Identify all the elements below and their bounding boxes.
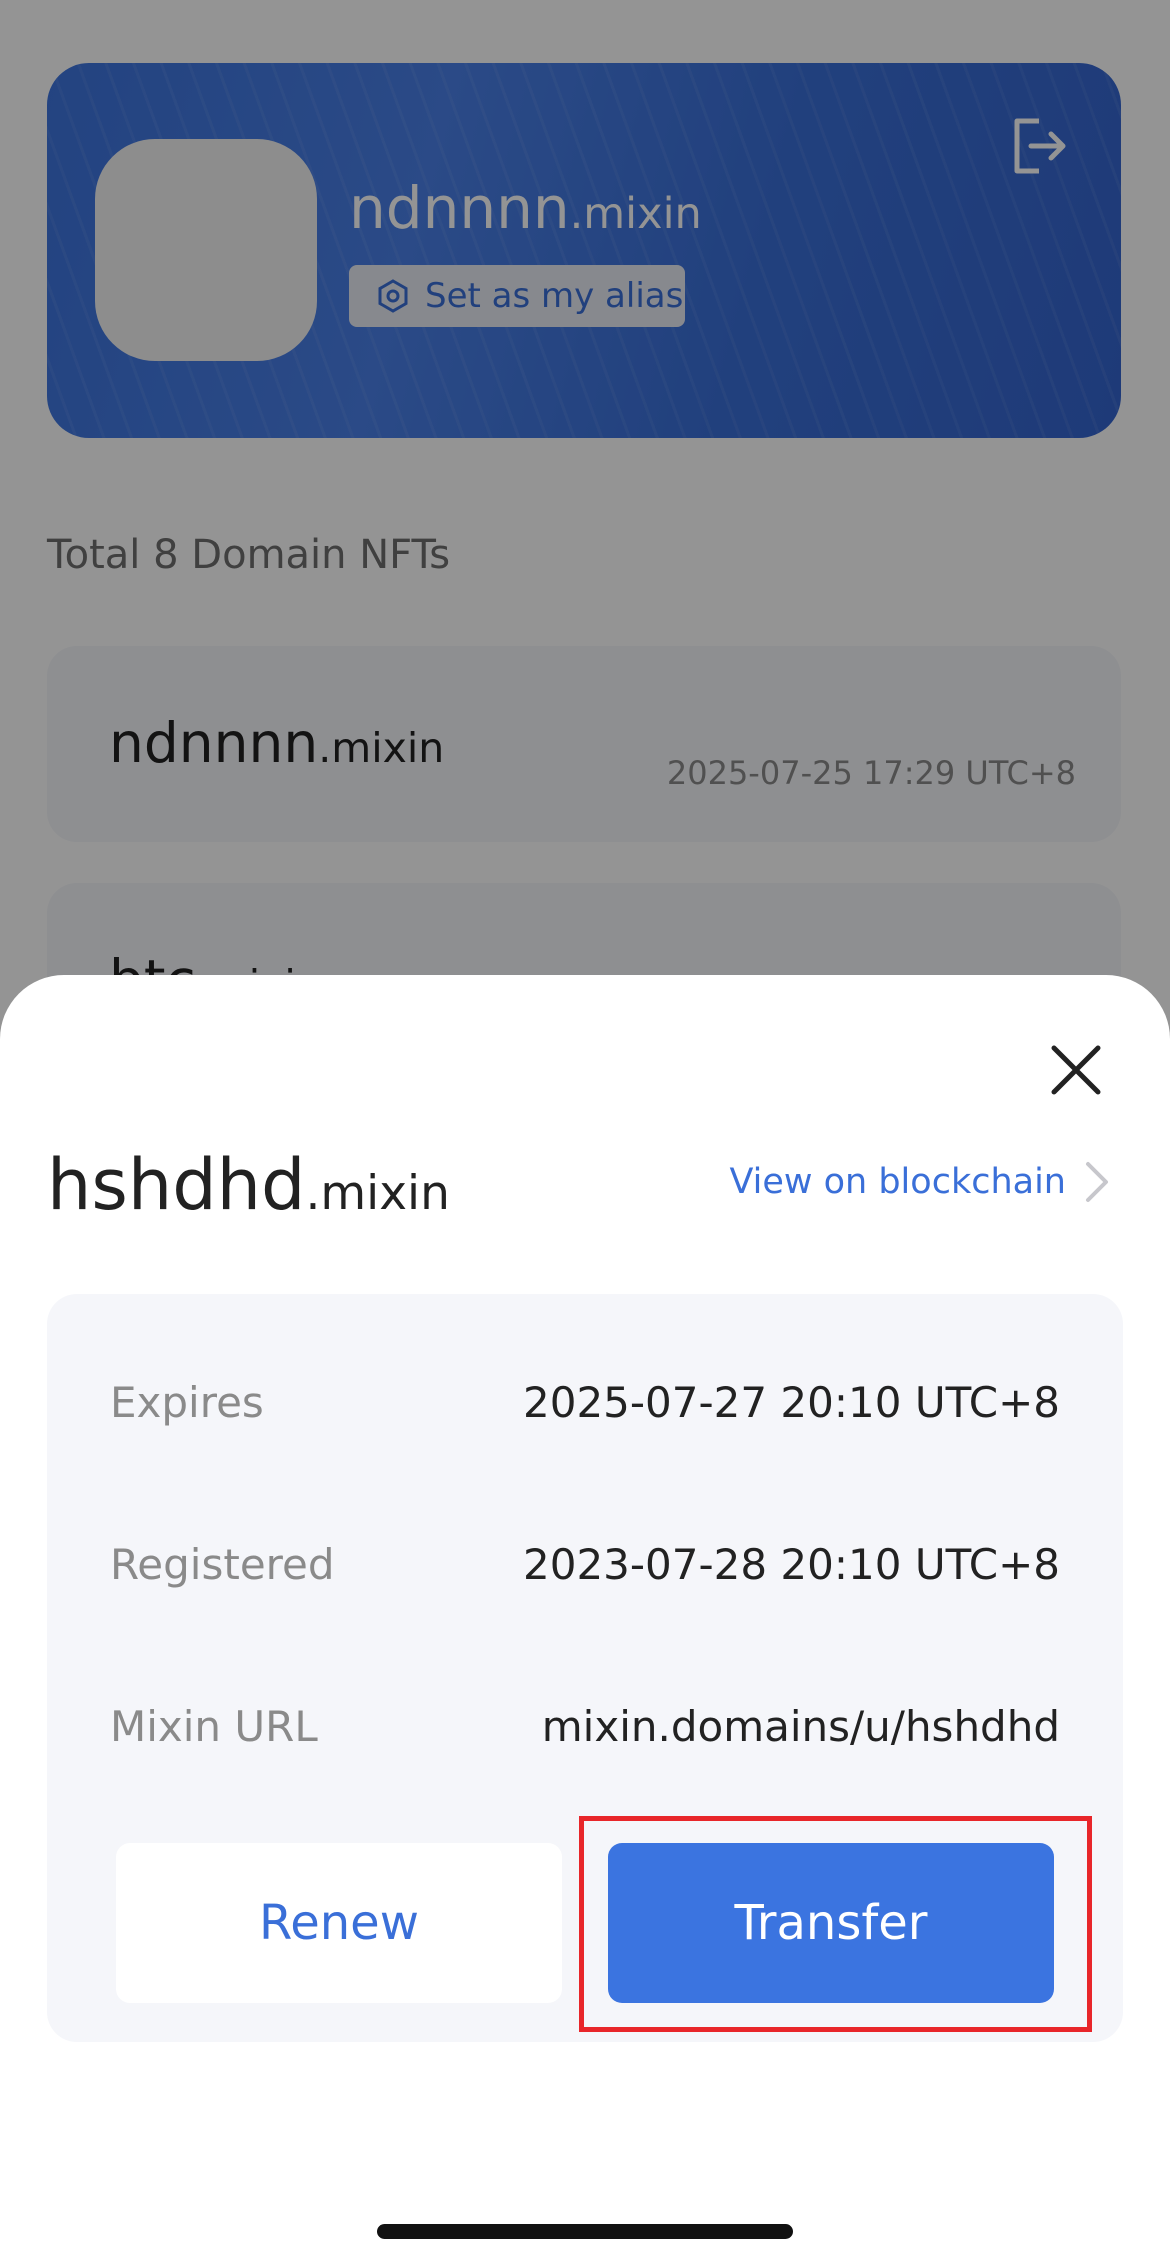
registered-label: Registered [110,1540,335,1589]
sheet-domain-title: hshdhd.mixin [47,1150,450,1220]
expires-label: Expires [110,1378,264,1427]
registered-row: Registered 2023-07-28 20:10 UTC+8 [110,1540,1060,1589]
sheet-domain-tld: .mixin [305,1166,450,1221]
home-indicator [377,2224,793,2239]
view-on-blockchain-label: View on blockchain [729,1162,1066,1202]
expires-row: Expires 2025-07-27 20:10 UTC+8 [110,1378,1060,1427]
view-on-blockchain-link[interactable]: View on blockchain [729,1160,1110,1204]
mixin-url-value[interactable]: mixin.domains/u/hshdhd [542,1702,1060,1751]
renew-button[interactable]: Renew [116,1843,562,2003]
registered-value: 2023-07-28 20:10 UTC+8 [523,1540,1060,1589]
chevron-right-icon [1086,1162,1108,1202]
sheet-domain-name: hshdhd [47,1144,306,1226]
mixin-url-row: Mixin URL mixin.domains/u/hshdhd [110,1702,1060,1751]
expires-value: 2025-07-27 20:10 UTC+8 [523,1378,1060,1427]
close-icon[interactable] [1046,1040,1106,1100]
highlight-box [579,1816,1092,2032]
mixin-url-label: Mixin URL [110,1702,318,1751]
